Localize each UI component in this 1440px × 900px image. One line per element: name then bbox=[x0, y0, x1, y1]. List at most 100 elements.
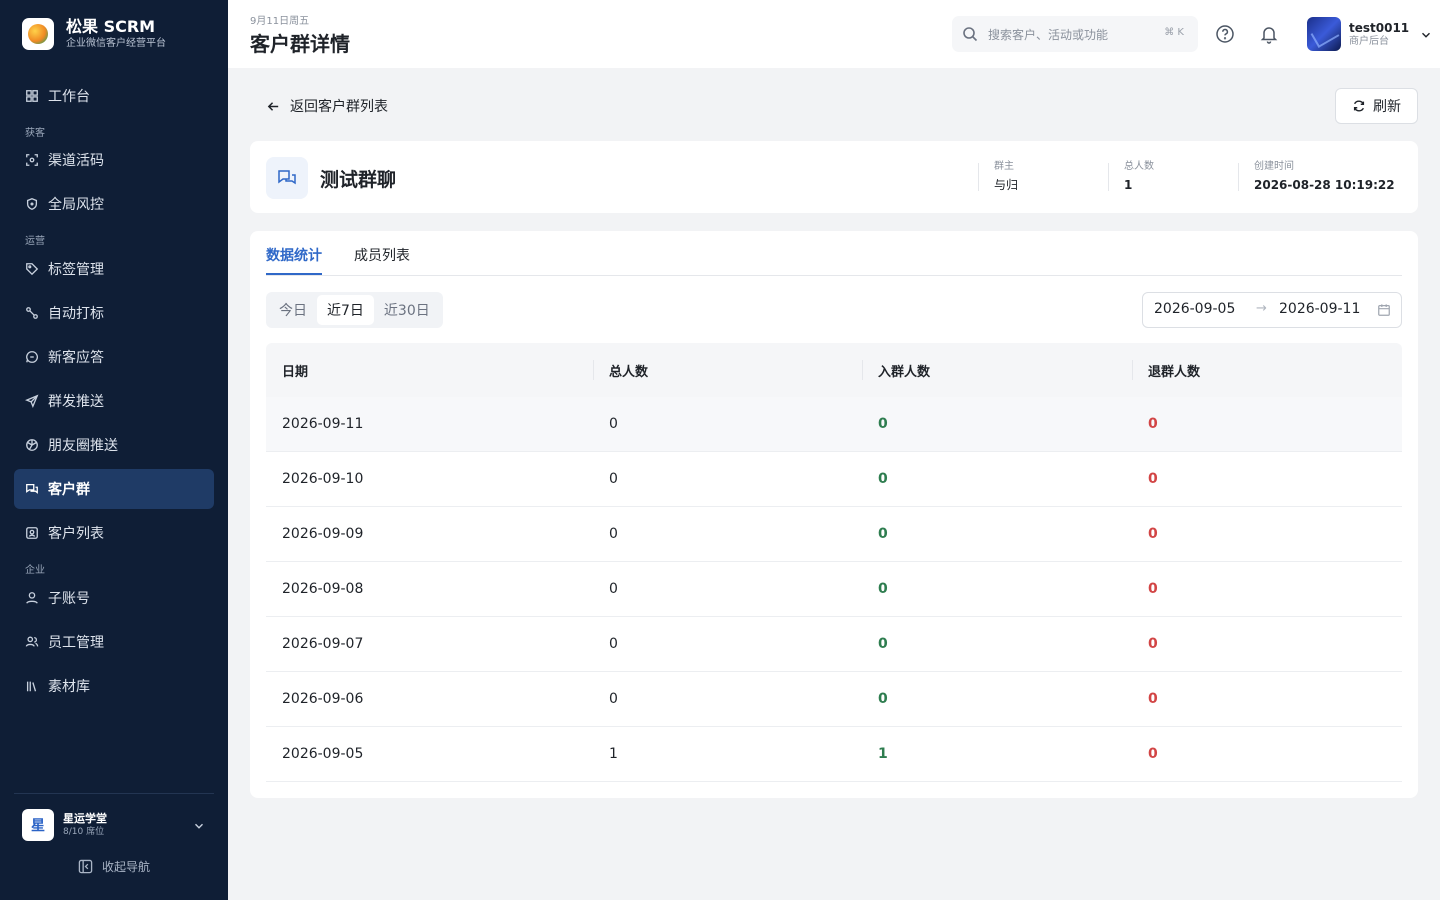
cell-left: 0 bbox=[1148, 746, 1158, 762]
arrow-left-icon bbox=[267, 101, 279, 111]
sidebar-item-moments[interactable]: 朋友圈推送 bbox=[14, 425, 214, 465]
group-created-meta: 创建时间 2026-08-28 10:19:22 bbox=[1254, 160, 1395, 193]
sidebar-item-label: 渠道活码 bbox=[48, 153, 104, 169]
sidebar-item-tags[interactable]: 标签管理 bbox=[14, 249, 214, 289]
table-header: 日期 总人数 入群人数 退群人数 bbox=[266, 343, 1402, 397]
sidebar-item-library[interactable]: 素材库 bbox=[14, 666, 214, 706]
table-row: 2026-09-10 0 0 0 bbox=[266, 452, 1402, 507]
library-icon bbox=[25, 679, 39, 693]
table-row: 2026-09-05 1 1 0 bbox=[266, 727, 1402, 782]
collapse-nav-button[interactable]: 收起导航 bbox=[78, 858, 150, 875]
table-row: 2026-09-08 0 0 0 bbox=[266, 562, 1402, 617]
refresh-button[interactable]: 刷新 bbox=[1335, 88, 1418, 124]
total-label: 总人数 bbox=[1124, 161, 1154, 172]
sidebar-item-customer-list[interactable]: 客户列表 bbox=[14, 513, 214, 553]
date-range-separator: → bbox=[1256, 301, 1267, 316]
sidebar-item-label: 客户群 bbox=[48, 482, 90, 498]
brand-subtitle: 企业微信客户经营平台 bbox=[66, 38, 166, 49]
stats-table: 日期 总人数 入群人数 退群人数 2026-09-11 0 0 0 2026-0… bbox=[266, 343, 1402, 782]
cell-joined: 1 bbox=[878, 746, 888, 762]
created-value: 2026-08-28 10:19:22 bbox=[1254, 178, 1395, 192]
table-row: 2026-09-07 0 0 0 bbox=[266, 617, 1402, 672]
range-30d-button[interactable]: 近30日 bbox=[374, 295, 440, 325]
cell-left: 0 bbox=[1148, 526, 1158, 542]
cell-left: 0 bbox=[1148, 471, 1158, 487]
column-header-total: 总人数 bbox=[609, 365, 649, 380]
cell-date: 2026-09-05 bbox=[282, 746, 364, 762]
date-range-end[interactable]: 2026-09-11 bbox=[1279, 301, 1360, 317]
table-row: 2026-09-11 0 0 0 bbox=[266, 397, 1402, 452]
tab-member-list[interactable]: 成员列表 bbox=[354, 245, 410, 265]
cell-joined: 0 bbox=[878, 636, 888, 652]
staff-icon bbox=[25, 635, 39, 649]
search-input[interactable]: 搜索客户、活动或功能 ⌘ K bbox=[952, 16, 1198, 52]
back-to-group-list-link[interactable]: 返回客户群列表 bbox=[266, 96, 388, 116]
help-button[interactable] bbox=[1214, 23, 1236, 45]
top-header: 9月11日周五 客户群详情 搜索客户、活动或功能 ⌘ K test0011 商户… bbox=[228, 0, 1440, 68]
tab-bar: 数据统计 成员列表 bbox=[266, 231, 1402, 276]
stats-card: 数据统计 成员列表 今日 近7日 近30日 2026-09-05 → 2026-… bbox=[250, 231, 1418, 798]
sidebar-item-channel-qrcode[interactable]: 渠道活码 bbox=[14, 140, 214, 180]
sidebar-item-broadcast[interactable]: 群发推送 bbox=[14, 381, 214, 421]
sidebar-item-customer-groups[interactable]: 客户群 bbox=[14, 469, 214, 509]
cell-left: 0 bbox=[1148, 581, 1158, 597]
org-name: 星运学堂 bbox=[63, 812, 107, 825]
sidebar-item-label: 工作台 bbox=[48, 89, 90, 105]
section-label-enterprise: 企业 bbox=[25, 565, 45, 576]
page-title: 客户群详情 bbox=[250, 32, 350, 56]
sidebar-item-label: 全局风控 bbox=[48, 197, 104, 213]
quick-range-selector: 今日 近7日 近30日 bbox=[266, 292, 443, 328]
tab-data-stats[interactable]: 数据统计 bbox=[266, 245, 322, 265]
user-menu[interactable]: test0011 商户后台 bbox=[1307, 17, 1433, 51]
sidebar-item-new-reply[interactable]: 新客应答 bbox=[14, 337, 214, 377]
range-7d-button[interactable]: 近7日 bbox=[317, 295, 374, 325]
sidebar-item-auto-tag[interactable]: 自动打标 bbox=[14, 293, 214, 333]
cell-total: 0 bbox=[609, 526, 618, 542]
org-seats: 8/10 席位 bbox=[63, 827, 105, 837]
date-range-start[interactable]: 2026-09-05 bbox=[1154, 301, 1235, 317]
sidebar-item-risk-control[interactable]: 全局风控 bbox=[14, 184, 214, 224]
auto-tag-icon bbox=[25, 306, 39, 320]
refresh-label: 刷新 bbox=[1373, 99, 1401, 115]
cell-date: 2026-09-08 bbox=[282, 581, 364, 597]
notifications-button[interactable] bbox=[1258, 23, 1280, 45]
brand: 松果 SCRM 企业微信客户经营平台 bbox=[22, 17, 166, 51]
chat-group-icon bbox=[25, 482, 39, 496]
contacts-icon bbox=[25, 526, 39, 540]
sidebar-item-sub-accounts[interactable]: 子账号 bbox=[14, 578, 214, 618]
group-name: 测试群聊 bbox=[320, 169, 397, 191]
sidebar-item-dashboard[interactable]: 工作台 bbox=[14, 76, 214, 116]
range-today-button[interactable]: 今日 bbox=[269, 295, 317, 325]
search-shortcut: ⌘ K bbox=[1164, 27, 1184, 38]
cell-joined: 0 bbox=[878, 416, 888, 432]
chevron-down-icon bbox=[1419, 27, 1433, 41]
search-icon bbox=[963, 27, 978, 42]
back-label: 返回客户群列表 bbox=[290, 99, 388, 115]
moments-icon bbox=[25, 438, 39, 452]
cell-total: 0 bbox=[609, 636, 618, 652]
qrcode-icon bbox=[25, 153, 39, 167]
sidebar-item-label: 标签管理 bbox=[48, 262, 104, 278]
column-header-date: 日期 bbox=[282, 365, 309, 380]
sidebar-item-label: 客户列表 bbox=[48, 526, 104, 542]
org-avatar: 星 bbox=[22, 809, 54, 841]
collapse-sidebar-icon bbox=[78, 859, 93, 874]
section-label-operate: 运营 bbox=[25, 236, 45, 247]
cell-left: 0 bbox=[1148, 636, 1158, 652]
cell-left: 0 bbox=[1148, 416, 1158, 432]
refresh-icon bbox=[1353, 100, 1365, 112]
pinecone-logo-icon bbox=[22, 18, 54, 50]
cell-total: 1 bbox=[609, 746, 618, 762]
date-range-picker[interactable]: 2026-09-05 → 2026-09-11 bbox=[1142, 292, 1402, 328]
cell-date: 2026-09-09 bbox=[282, 526, 364, 542]
sidebar-item-staff[interactable]: 员工管理 bbox=[14, 622, 214, 662]
cell-date: 2026-09-06 bbox=[282, 691, 364, 707]
avatar bbox=[1307, 17, 1341, 51]
group-total-meta: 总人数 1 bbox=[1124, 160, 1154, 193]
sidebar-item-label: 员工管理 bbox=[48, 635, 104, 651]
cell-joined: 0 bbox=[878, 526, 888, 542]
chat-group-icon bbox=[266, 157, 308, 199]
group-owner-meta: 群主 与归 bbox=[994, 160, 1018, 193]
cell-joined: 0 bbox=[878, 471, 888, 487]
org-switcher[interactable]: 星 星运学堂 8/10 席位 bbox=[22, 809, 212, 841]
